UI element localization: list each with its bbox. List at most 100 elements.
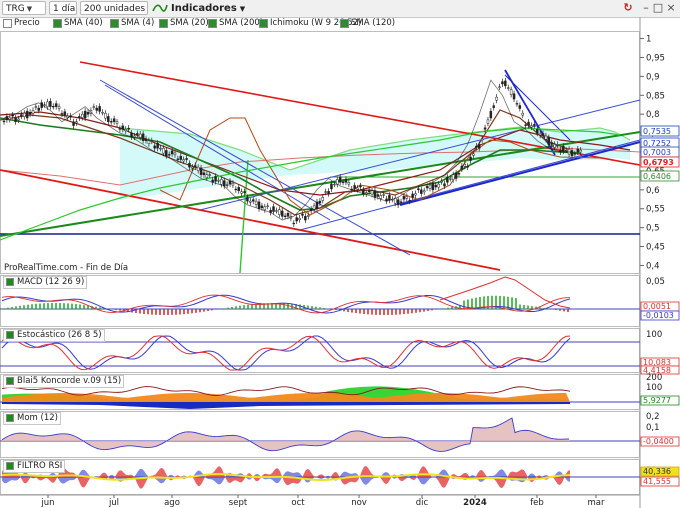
candle-body: [564, 149, 568, 152]
candle-body: [92, 106, 96, 108]
time-tick-label: dic: [416, 498, 429, 508]
candle-body: [370, 190, 374, 195]
candle-body: [83, 110, 87, 119]
candle-body: [162, 147, 165, 154]
candle-body: [95, 107, 98, 111]
candle-body: [159, 147, 162, 150]
candle-body: [298, 217, 301, 220]
candle-body: [524, 124, 527, 126]
candle-body: [63, 111, 67, 116]
candle-body: [173, 152, 177, 156]
candle-body: [501, 81, 504, 85]
price-tick-label: 0,6: [646, 186, 660, 196]
price-tick-label: 0,5: [646, 224, 660, 234]
indicator-color-swatch: [6, 277, 14, 286]
candle-body: [220, 179, 223, 185]
candle-body: [550, 142, 553, 145]
candle-body: [347, 182, 351, 185]
candle-body: [165, 150, 168, 157]
candle-body: [179, 155, 183, 160]
candle-body: [86, 112, 90, 115]
candle-body: [49, 101, 52, 107]
stoch-tick-label: 100: [646, 330, 662, 340]
time-tick-label: oct: [291, 498, 305, 508]
candle-body: [237, 187, 240, 192]
candle-body: [23, 112, 26, 117]
candle-body: [535, 129, 539, 134]
candle-body: [28, 112, 32, 115]
candle-body: [576, 148, 580, 153]
stoch-title[interactable]: Estocástico (26 8 5): [3, 329, 105, 342]
price-tick-label: 0,85: [646, 91, 665, 101]
candle-body: [214, 176, 217, 182]
price-tag-label: 0,7003: [643, 148, 671, 157]
candle-body: [562, 145, 565, 152]
candle-body: [506, 87, 510, 89]
candle-body: [118, 128, 122, 130]
candle-body: [133, 135, 136, 138]
rsi-title[interactable]: FILTRO RSI: [3, 460, 66, 473]
candle-body: [251, 199, 255, 202]
candle-body: [286, 213, 290, 217]
candle-body: [295, 217, 298, 222]
candle-body: [191, 166, 194, 169]
candle-body: [327, 191, 330, 194]
mom-tag-label: -0,0400: [643, 437, 674, 446]
candle-body: [570, 150, 574, 157]
candle-body: [478, 144, 481, 149]
candle-body: [278, 209, 281, 215]
candle-body: [321, 197, 325, 201]
chart-canvas[interactable]: 10,950,90,850,80,750,70,650,60,550,50,45…: [0, 0, 680, 508]
candle-body: [359, 185, 362, 188]
blai5-title[interactable]: Blai5 Koncorde v.09 (15): [3, 375, 125, 388]
candle-body: [167, 154, 171, 156]
candle-body: [225, 184, 229, 186]
candle-body: [330, 183, 333, 190]
candle-body: [127, 127, 130, 130]
candle-body: [533, 124, 536, 126]
candle-body: [25, 110, 29, 119]
candle-body: [20, 114, 23, 117]
candle-body: [396, 199, 400, 206]
candle-body: [495, 96, 498, 101]
candle-body: [54, 103, 58, 107]
candle-body: [344, 178, 348, 183]
candle-body: [222, 180, 226, 187]
candle-body: [57, 106, 61, 109]
candle-body: [437, 183, 440, 188]
candle-body: [196, 166, 200, 171]
candle-body: [141, 133, 145, 141]
candle-body: [136, 133, 139, 136]
candle-body: [440, 181, 443, 183]
macd-title[interactable]: MACD (12 26 9): [3, 276, 88, 289]
candle-body: [498, 86, 501, 88]
candle-body: [80, 113, 84, 118]
candle-body: [182, 159, 185, 162]
candle-body: [431, 182, 435, 191]
candle-body: [301, 213, 304, 216]
candle-body: [144, 138, 148, 141]
candle-body: [556, 144, 559, 146]
candle-body: [521, 112, 524, 116]
candle-body: [304, 216, 307, 221]
candle-body: [388, 195, 391, 201]
candle-body: [553, 144, 556, 148]
candle-body: [231, 182, 235, 186]
candle-body: [422, 190, 426, 193]
candle-body: [538, 133, 542, 136]
time-tick-label: mar: [588, 498, 605, 508]
mom-title[interactable]: Mom (12): [3, 412, 61, 425]
candle-body: [2, 120, 6, 123]
candle-body: [109, 121, 113, 123]
candle-body: [405, 196, 409, 199]
candle-body: [402, 195, 406, 200]
candle-body: [307, 215, 310, 217]
candle-body: [376, 194, 380, 197]
candle-body: [104, 112, 107, 119]
candle-body: [254, 200, 258, 205]
time-tick-label: sept: [229, 498, 248, 508]
candle-body: [460, 165, 464, 170]
candle-body: [283, 215, 287, 217]
candle-body: [14, 117, 17, 122]
pane-frame: [0, 411, 640, 458]
